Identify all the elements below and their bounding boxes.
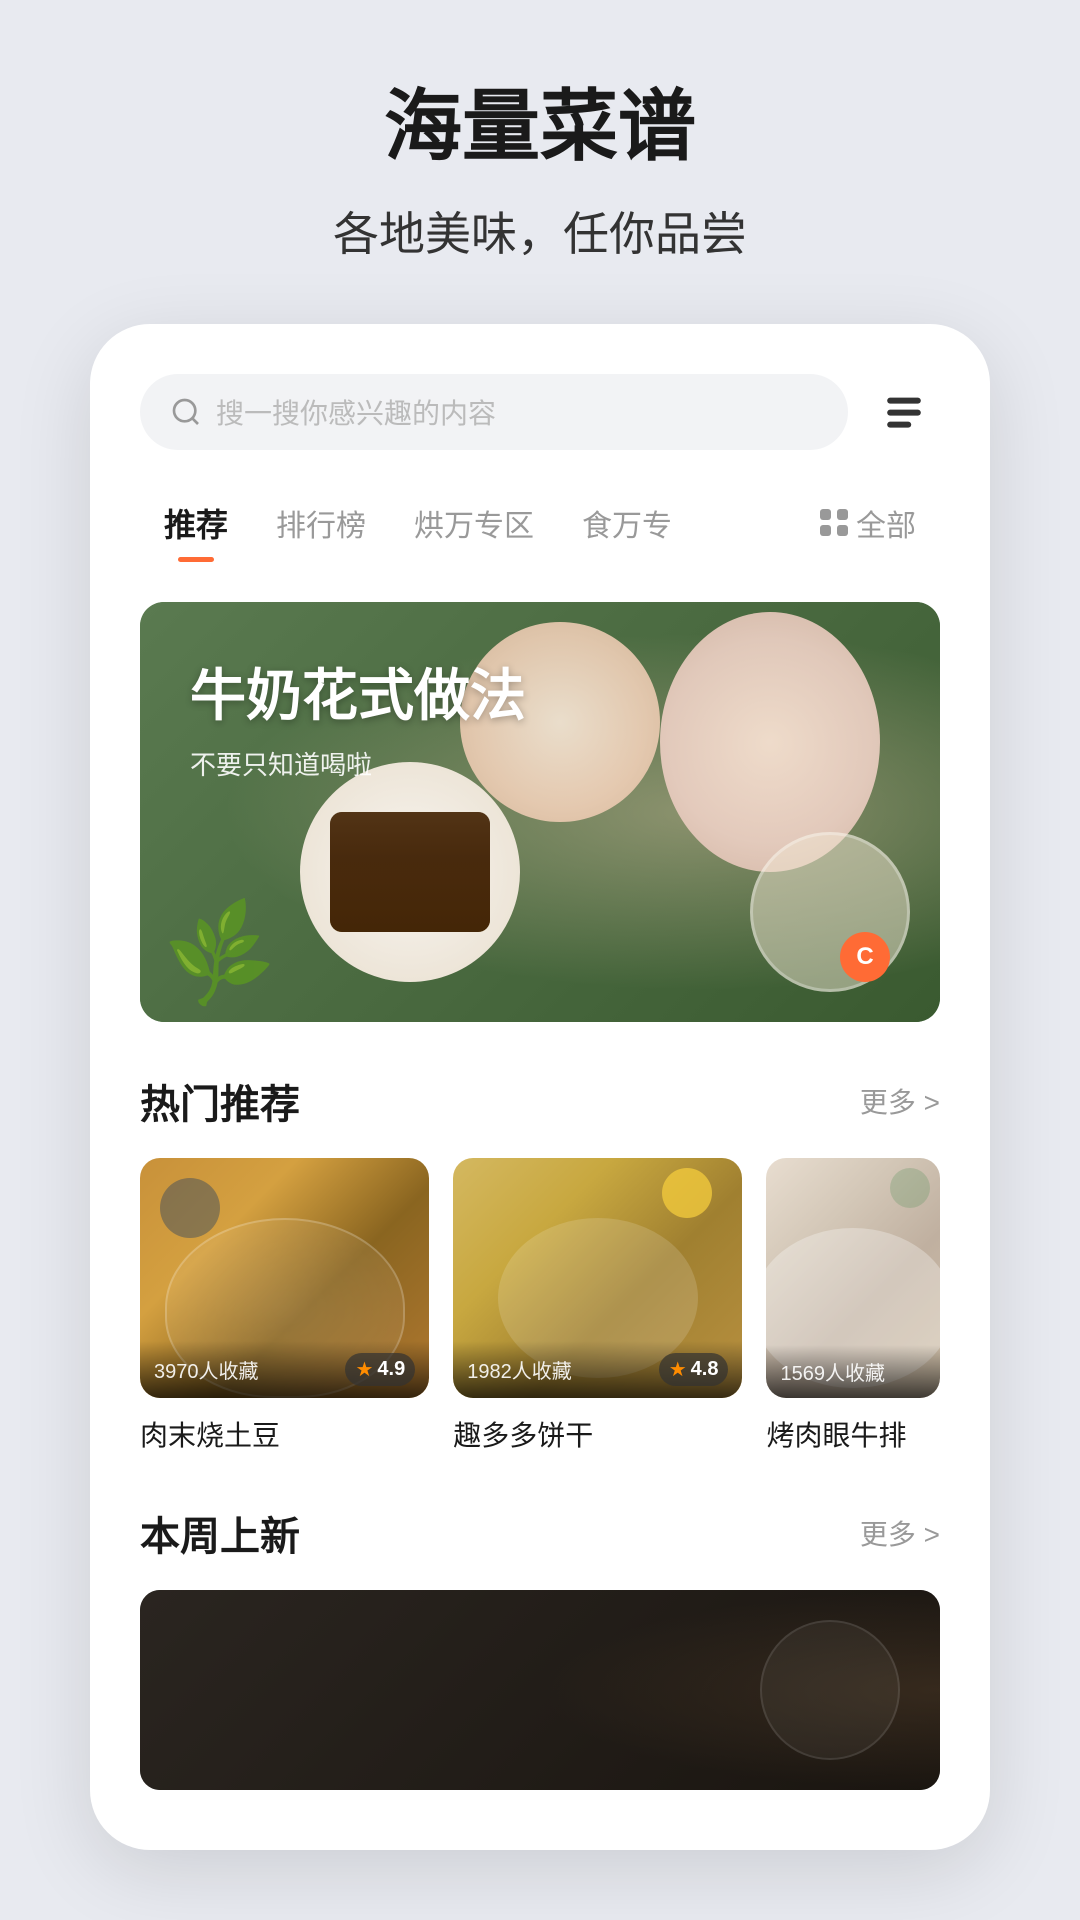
page-wrapper: 海量菜谱 各地美味，任你品尝 搜一搜你感兴趣的内容 (0, 0, 1080, 1920)
new-section: 本周上新 更多 > 🔥 烘万烹饪 (140, 1504, 940, 1790)
herb-decoration (890, 1168, 930, 1208)
recipe-name-3: 烤肉眼牛排 (766, 1414, 940, 1454)
new-section-more[interactable]: 更多 > (860, 1513, 940, 1553)
hot-section-header: 热门推荐 更多 > (140, 1072, 940, 1130)
recipe-saves-1: 3970人收藏 (154, 1355, 259, 1384)
star-icon-1: ★ (355, 1357, 373, 1382)
rating-num-1: 4.9 (377, 1358, 405, 1381)
tab-ranking[interactable]: 排行榜 (252, 491, 390, 565)
hero-subtitle: 各地美味，任你品尝 (333, 198, 747, 264)
phone-card: 搜一搜你感兴趣的内容 推荐 排行榜 烘万专区 食万专 (90, 324, 990, 1850)
nav-tabs: 推荐 排行榜 烘万专区 食万专 全部 (140, 490, 940, 566)
search-placeholder: 搜一搜你感兴趣的内容 (216, 392, 496, 432)
star-icon-2: ★ (669, 1357, 687, 1382)
recipe-image-2: 1982人收藏 ★ 4.8 (453, 1158, 742, 1398)
recipe-card-2[interactable]: 1982人收藏 ★ 4.8 趣多多饼干 (453, 1158, 742, 1454)
new-section-header: 本周上新 更多 > (140, 1504, 940, 1562)
rating-num-2: 4.8 (691, 1358, 719, 1381)
hero-title: 海量菜谱 (384, 80, 696, 174)
banner-cake (330, 812, 490, 932)
hot-section-more[interactable]: 更多 > (860, 1081, 940, 1121)
bowl-top (160, 1178, 220, 1238)
banner-c-badge: C (840, 932, 890, 982)
banner[interactable]: 🌿 牛奶花式做法 不要只知道喝啦 C (140, 602, 940, 1022)
recipe-image-3: 1569人收藏 (766, 1158, 940, 1398)
new-section-title: 本周上新 (140, 1504, 300, 1562)
recipe-saves-2: 1982人收藏 (467, 1355, 572, 1384)
tab-bake[interactable]: 烘万专区 (390, 491, 558, 565)
recipe-rating-1: ★ 4.9 (345, 1353, 415, 1386)
recipe-rating-2: ★ 4.8 (659, 1353, 729, 1386)
banner-cup-decoration (660, 612, 880, 872)
banner-title: 牛奶花式做法 (190, 662, 526, 729)
recipe-image-1: 3970人收藏 ★ 4.9 (140, 1158, 429, 1398)
recipe-card-3[interactable]: 1569人收藏 烤肉眼牛排 (766, 1158, 940, 1454)
recipe-saves-3: 1569人收藏 (780, 1357, 885, 1386)
recipe-badge-3: 1569人收藏 (766, 1345, 940, 1398)
menu-icon-button[interactable] (868, 376, 940, 448)
search-icon (170, 396, 202, 428)
grid-icon (820, 509, 848, 537)
new-banner[interactable]: 🔥 烘万烹饪 (140, 1590, 940, 1790)
tab-all[interactable]: 全部 (796, 491, 940, 565)
hot-section-title: 热门推荐 (140, 1072, 300, 1130)
tab-food[interactable]: 食万专 (558, 491, 696, 565)
plate-decoration (760, 1620, 900, 1760)
recipe-badge-2: 1982人收藏 ★ 4.8 (453, 1341, 742, 1398)
tab-recommend[interactable]: 推荐 (140, 490, 252, 566)
banner-text: 牛奶花式做法 不要只知道喝啦 (190, 662, 526, 782)
search-input-wrap[interactable]: 搜一搜你感兴趣的内容 (140, 374, 848, 450)
recipe-name-1: 肉末烧土豆 (140, 1414, 429, 1454)
menu-icon (880, 388, 928, 436)
search-bar: 搜一搜你感兴趣的内容 (140, 374, 940, 450)
recipe-name-2: 趣多多饼干 (453, 1414, 742, 1454)
recipe-badge-1: 3970人收藏 ★ 4.9 (140, 1341, 429, 1398)
recipe-card-1[interactable]: 3970人收藏 ★ 4.9 肉末烧土豆 (140, 1158, 429, 1454)
banner-plate (300, 762, 520, 982)
banner-subtitle: 不要只知道喝啦 (190, 745, 526, 782)
lemon-decoration (662, 1168, 712, 1218)
recipe-row: 3970人收藏 ★ 4.9 肉末烧土豆 (140, 1158, 940, 1454)
